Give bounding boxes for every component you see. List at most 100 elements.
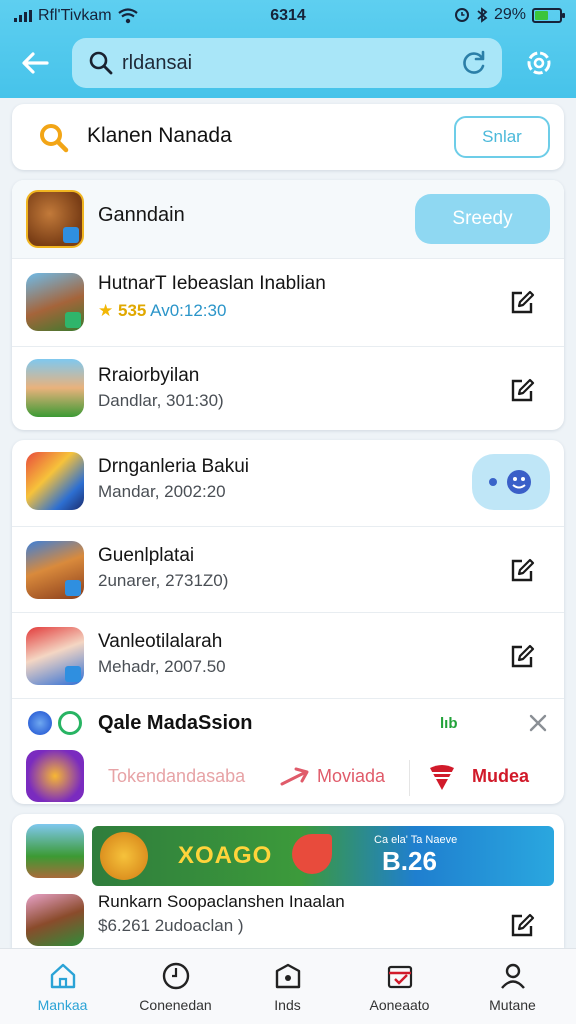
- banner-title: XOAGO: [178, 842, 273, 869]
- app-badge: [65, 666, 81, 682]
- item-title: Guenlplatai: [98, 545, 195, 566]
- item-detail: 2unarer, 2731Z0): [98, 571, 229, 590]
- edit-icon: [511, 913, 535, 937]
- search-result-icon: [40, 124, 69, 153]
- banner-rocket-icon: [292, 834, 332, 874]
- app-icon-explorer: [26, 541, 84, 599]
- status-bar: Rfl'Tivkam 6314 29%: [0, 0, 576, 32]
- group-header-row[interactable]: Ganndain Sreedy: [12, 180, 564, 258]
- app-icon-promo: [26, 750, 84, 802]
- bottom-tab-bar: Mankaa Conenedan Inds Aoneaato Mutane: [0, 948, 576, 1024]
- banner-subtitle: Ca ela' Ta Naeve: [374, 834, 458, 846]
- settings-button[interactable]: [520, 44, 558, 82]
- promo-banner[interactable]: XOAGO Ca ela' Ta Naeve B.26: [92, 826, 554, 886]
- wave-icon: [430, 765, 454, 790]
- promo-badge: lıb: [440, 715, 458, 732]
- dot-icon: [489, 478, 497, 486]
- mini-blue-icon: [28, 711, 52, 735]
- smiley-icon: [507, 470, 531, 494]
- search-bar[interactable]: rldansai: [72, 38, 502, 88]
- app-badge: [65, 580, 81, 596]
- edit-button[interactable]: [506, 641, 538, 673]
- promo-item-2[interactable]: Moviada: [317, 766, 385, 787]
- tab-label: Aoneaato: [369, 997, 430, 1013]
- banner-price: B.26: [382, 846, 437, 876]
- item-title: Vanleotilalarah: [98, 631, 223, 652]
- list-item[interactable]: Rraiorbyilan Dandlar, 301:30): [12, 346, 564, 430]
- search-result-button[interactable]: Snlar: [454, 116, 550, 158]
- promo-item-3[interactable]: Mudea: [472, 766, 529, 787]
- app-icon-pirate: [26, 627, 84, 685]
- list-item[interactable]: Runkarn Soopaclanshen Inaalan $6.261 2ud…: [12, 890, 564, 948]
- app-icon-adventurer: [26, 273, 84, 331]
- search-input[interactable]: rldansai: [122, 52, 192, 75]
- item-detail: Mehadr, 2007.50: [98, 657, 226, 676]
- bluetooth-icon: [477, 7, 488, 23]
- game-group-2: Drnganleria Bakui Mandar, 2002:20 Guenlp…: [12, 440, 564, 804]
- tab-profile[interactable]: Mutane: [455, 949, 570, 1024]
- star-icon: ★: [98, 301, 114, 320]
- back-arrow-icon: [22, 52, 49, 74]
- top-bar: Rfl'Tivkam 6314 29% rldansai: [0, 0, 576, 98]
- item-title: Rraiorbyilan: [98, 365, 200, 386]
- battery-percent: 29%: [493, 6, 526, 23]
- app-badge: [65, 312, 81, 328]
- tab-clock[interactable]: Conenedan: [118, 949, 233, 1024]
- settings-icon: [527, 51, 551, 75]
- bag-icon: [273, 961, 303, 991]
- game-group-1: Ganndain Sreedy HutnarT Iebeaslan Inabli…: [12, 180, 564, 430]
- edit-icon: [511, 644, 535, 668]
- tab-label: Conenedan: [139, 997, 212, 1013]
- item-title: Runkarn Soopaclanshen Inaalan: [98, 892, 345, 911]
- app-badge: [63, 227, 79, 243]
- tab-label: Inds: [274, 997, 301, 1013]
- battery-icon: [532, 7, 565, 23]
- list-item[interactable]: Drnganleria Bakui Mandar, 2002:20: [12, 440, 564, 526]
- item-detail: Mandar, 2002:20: [98, 482, 226, 501]
- profile-icon: [498, 961, 528, 991]
- chat-bubble-button[interactable]: [472, 454, 550, 510]
- clock-icon: [161, 961, 191, 991]
- list-item[interactable]: Vanleotilalarah Mehadr, 2007.50: [12, 612, 564, 698]
- item-detail: $6.261 2udoaclan ): [98, 916, 244, 935]
- group-title: Ganndain: [98, 204, 185, 226]
- tab-bag[interactable]: Inds: [230, 949, 345, 1024]
- mini-green-icon: [58, 711, 82, 735]
- alarm-icon: [454, 8, 469, 22]
- speedy-button[interactable]: Sreedy: [415, 194, 550, 244]
- app-icon-farmer: [26, 359, 84, 417]
- item-title: HutnarT Iebeaslan Inablian: [98, 273, 326, 294]
- close-icon[interactable]: [526, 711, 550, 735]
- tab-calendar[interactable]: Aoneaato: [342, 949, 457, 1024]
- app-icon-monkey: [26, 190, 84, 248]
- search-result-title: Klanen Nanada: [87, 124, 232, 147]
- list-item[interactable]: HutnarT Iebeaslan Inablian ★ 535 Av0:12:…: [12, 258, 564, 346]
- promo-item-1[interactable]: Tokendandasaba: [108, 766, 245, 787]
- item-title: Drnganleria Bakui: [98, 456, 250, 477]
- edit-button[interactable]: [506, 555, 538, 587]
- edit-icon: [511, 378, 535, 402]
- banner-character-icon: [100, 832, 148, 880]
- promo-divider: [409, 760, 410, 796]
- tab-label: Mankaa: [37, 997, 88, 1013]
- edit-button[interactable]: [506, 287, 538, 319]
- refresh-icon[interactable]: [460, 49, 488, 77]
- app-icon-bird: [26, 452, 84, 510]
- promo-title: Qale MadaSsion: [98, 712, 253, 734]
- game-group-3: XOAGO Ca ela' Ta Naeve B.26 Runkarn Soop…: [12, 814, 564, 948]
- back-button[interactable]: [18, 46, 52, 80]
- tab-home[interactable]: Mankaa: [5, 949, 120, 1024]
- edit-icon: [511, 290, 535, 314]
- promo-row[interactable]: Tokendandasaba Moviada Mudea: [12, 746, 564, 804]
- app-icon-heroine: [26, 894, 84, 946]
- edit-button[interactable]: [506, 910, 538, 942]
- item-detail: Dandlar, 301:30): [98, 391, 224, 410]
- tab-label: Mutane: [489, 997, 536, 1013]
- edit-button[interactable]: [506, 375, 538, 407]
- item-rating: ★ 535 Av0:12:30: [98, 301, 227, 320]
- calendar-icon: [385, 961, 415, 991]
- list-item[interactable]: Guenlplatai 2unarer, 2731Z0): [12, 526, 564, 612]
- arrow-icon: [280, 767, 309, 786]
- status-right: 29%: [454, 6, 565, 24]
- search-result-card[interactable]: Klanen Nanada Snlar: [12, 104, 564, 170]
